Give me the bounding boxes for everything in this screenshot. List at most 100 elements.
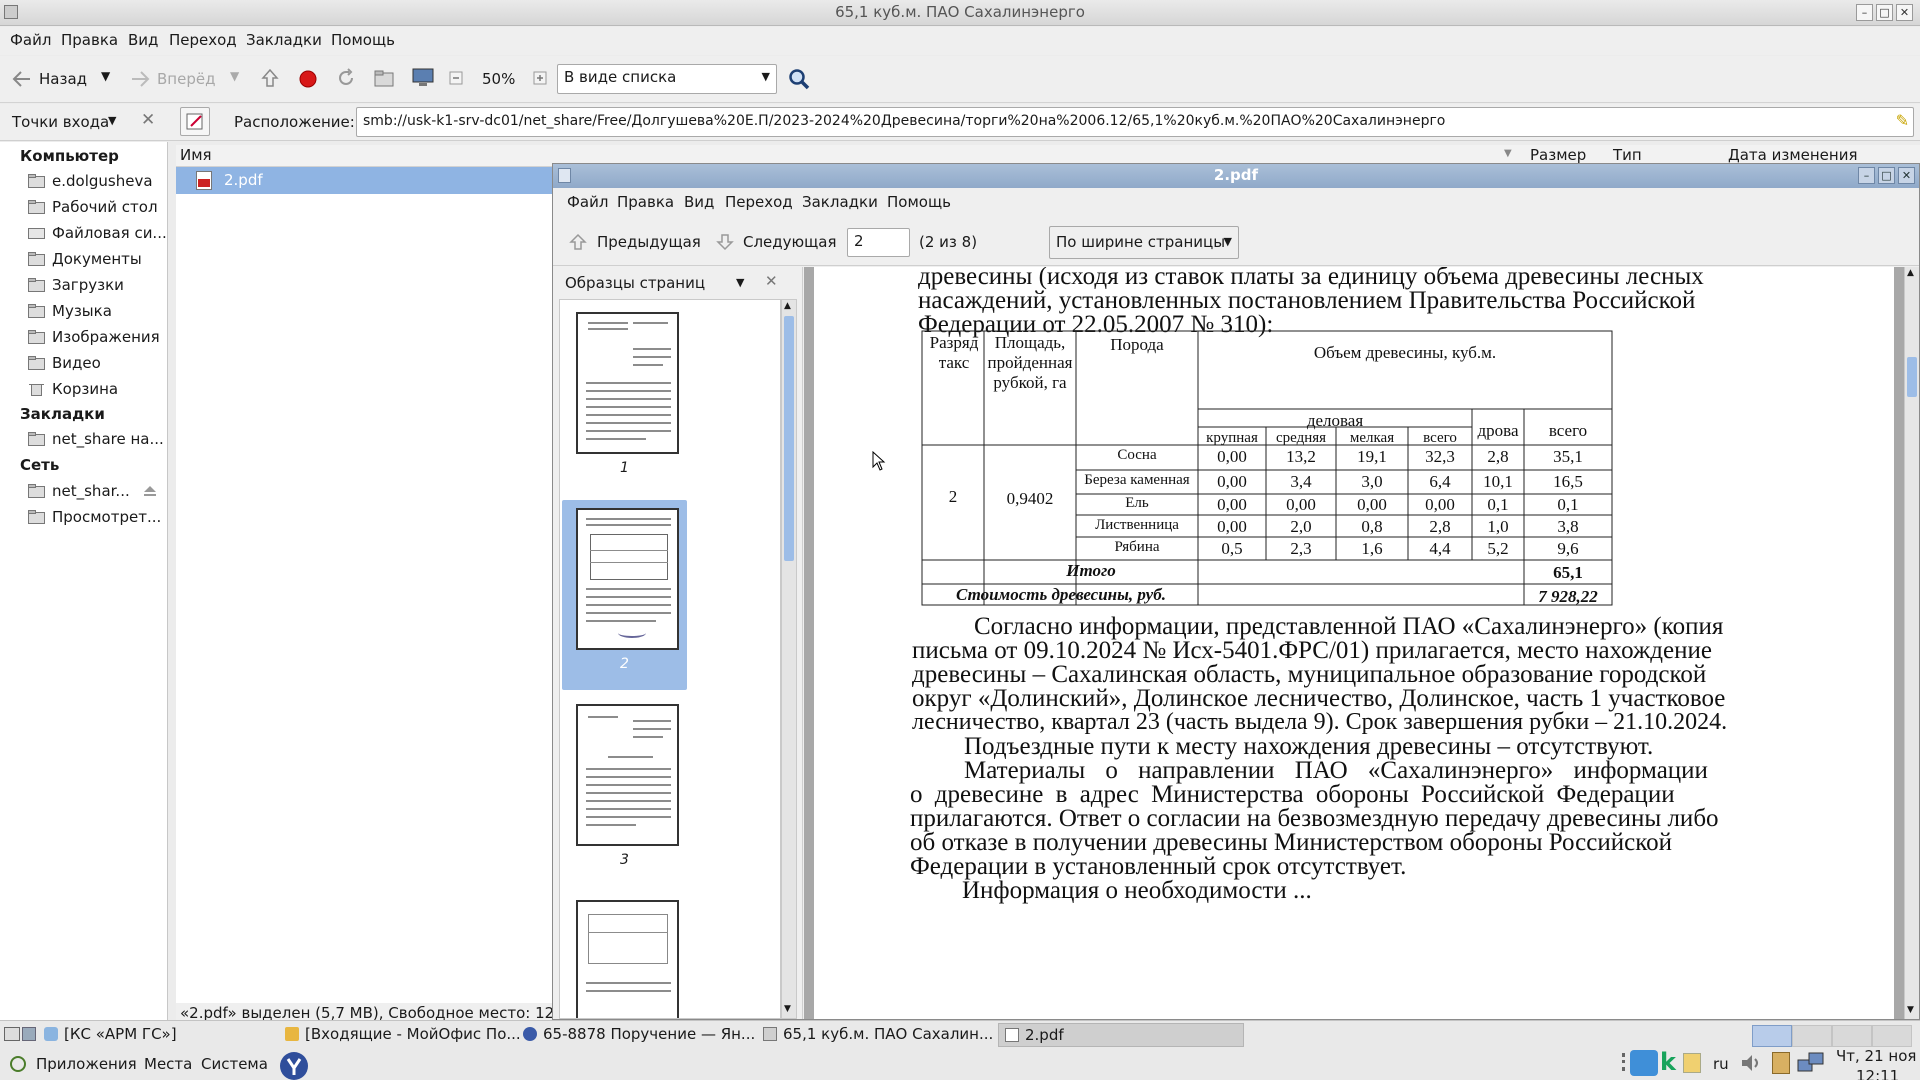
thumbnail-page-4[interactable] [562,892,687,1018]
pdf-menu-bookmarks[interactable]: Закладки [802,193,878,211]
location-label: Расположение: [234,113,355,131]
close-button[interactable]: ✕ [1896,4,1913,21]
back-arrow-icon[interactable] [12,70,32,88]
notes-icon[interactable] [1683,1053,1701,1073]
view-mode-select[interactable]: В виде списка ▼ [557,64,777,94]
forward-history-dropdown[interactable]: ▼ [230,69,239,83]
workspace-3[interactable] [1832,1025,1872,1047]
document-scroll-thumb[interactable] [1907,357,1917,397]
workspace-2[interactable] [1792,1025,1832,1047]
clock-date[interactable]: Чт, 21 ноя [1836,1047,1916,1065]
tray-menu-icon[interactable] [1622,1053,1626,1071]
system-menu[interactable]: Система [201,1055,268,1073]
pdf-menu-file[interactable]: Файл [567,193,608,211]
zoom-fit-select[interactable]: По ширине страницы ▼ [1049,226,1239,259]
computer-icon[interactable] [412,68,434,88]
close-thumbnails-icon[interactable]: ✕ [765,272,778,290]
scroll-up-arrow[interactable]: ▲ [1907,268,1914,278]
pdf-maximize-button[interactable]: □ [1878,167,1895,184]
scroll-down-arrow[interactable]: ▼ [784,1004,791,1014]
home-folder-icon[interactable] [374,69,394,87]
kaspersky-icon[interactable]: k [1660,1050,1680,1076]
places-menu[interactable]: Места [144,1055,192,1073]
menu-help[interactable]: Помощь [331,31,395,49]
menu-bookmarks[interactable]: Закладки [246,31,322,49]
stop-icon[interactable] [298,69,318,89]
clipboard-icon[interactable] [1772,1052,1790,1074]
forward-button[interactable]: Вперёд [157,70,215,88]
menu-go[interactable]: Переход [169,31,237,49]
thumbnails-scroll-thumb[interactable] [784,316,794,561]
thumbnails-chevron-icon[interactable]: ▼ [736,276,744,289]
table-cell-total: 9,6 [1557,539,1579,558]
taskbar-task-pdf[interactable]: 2.pdf [998,1023,1244,1047]
drive-icon [28,226,45,240]
taskbar-task-inbox[interactable]: [Входящие - МойОфис По... [279,1023,527,1047]
keyboard-layout[interactable]: ru [1713,1055,1729,1073]
places-chevron-icon[interactable]: ▼ [108,114,116,127]
file-row-selected[interactable]: 2.pdf [176,167,556,194]
thumbnail-page-1[interactable]: 1 [562,304,687,494]
close-sidebar-icon[interactable]: ✕ [141,110,155,130]
sidebar-item-label: Изображения [52,328,160,346]
pdf-close-button[interactable]: ✕ [1898,167,1915,184]
window-titlebar[interactable]: 65,1 куб.м. ПАО Сахалинэнерго – □ ✕ [0,0,1920,26]
clear-location-icon[interactable]: ✎ [1896,111,1909,130]
workspace-1[interactable] [1752,1025,1792,1047]
zoom-in-icon[interactable] [533,71,547,85]
eject-icon[interactable] [143,485,157,497]
folder-icon [28,432,45,446]
pdf-menu-go[interactable]: Переход [725,193,793,211]
shield-icon[interactable] [1630,1050,1658,1076]
clock-time[interactable]: 12:11 [1856,1067,1899,1080]
minimize-button[interactable]: – [1856,4,1873,21]
table-cost-value: 7 928,22 [1538,587,1598,606]
search-icon[interactable] [788,68,810,90]
page-preview [576,312,679,454]
pdf-menu-edit[interactable]: Правка [617,193,674,211]
document-scrollbar[interactable]: ▲ ▼ [1904,267,1919,1019]
taskbar-task-browser[interactable]: 65-8878 Поручение — Ян... [517,1023,761,1047]
applications-menu[interactable]: Приложения [36,1055,137,1073]
edit-location-icon[interactable] [180,107,210,136]
thumbnail-page-3[interactable]: 3 [562,696,687,886]
workspace-4[interactable] [1872,1025,1912,1047]
pdf-menu-help[interactable]: Помощь [887,193,951,211]
reload-icon[interactable] [336,68,356,88]
maximize-button[interactable]: □ [1876,4,1893,21]
show-desktop-icon[interactable] [4,1027,20,1041]
column-size[interactable]: Размер [1530,146,1586,164]
places-dropdown[interactable]: Точки входа [12,113,109,131]
page-number-input[interactable]: 2 [847,228,910,257]
scroll-up-arrow[interactable]: ▲ [784,301,791,311]
pdf-menu-view[interactable]: Вид [684,193,714,211]
taskbar-task-arm-gs[interactable]: [КС «АРМ ГС»] [38,1023,183,1047]
network-icon[interactable] [1797,1051,1825,1077]
volume-icon[interactable] [1740,1053,1762,1073]
previous-page-button[interactable]: Предыдущая [597,233,701,251]
menu-view[interactable]: Вид [128,31,158,49]
back-button[interactable]: Назад [39,70,87,88]
workspace-switcher[interactable] [1752,1025,1912,1047]
taskbar-task-file-manager[interactable]: 65,1 куб.м. ПАО Сахалин... [757,1023,999,1047]
document-view[interactable]: древесины (исходя из ставок платы за еди… [804,267,1919,1019]
pdf-titlebar[interactable]: 2.pdf – □ ✕ [553,164,1919,188]
thumbnail-page-2[interactable]: 2 [562,500,687,690]
table-cell-medium: 13,2 [1286,447,1316,466]
thumbnails-scrollbar[interactable]: ▲ ▼ [781,299,797,1019]
up-icon[interactable] [260,68,280,88]
yandex-launcher-icon[interactable] [279,1051,309,1080]
menu-file[interactable]: Файл [10,31,51,49]
back-history-dropdown[interactable]: ▼ [101,69,110,83]
column-modified[interactable]: Дата изменения [1728,146,1858,164]
pdf-minimize-button[interactable]: – [1858,167,1875,184]
forward-arrow-icon[interactable] [130,70,150,88]
next-page-button[interactable]: Следующая [743,233,837,251]
zoom-out-icon[interactable] [449,71,463,85]
column-type[interactable]: Тип [1613,146,1642,164]
menu-edit[interactable]: Правка [61,31,118,49]
location-input[interactable]: smb://usk-k1-srv-dc01/net_share/Free/Дол… [356,107,1914,137]
mail-icon [285,1027,299,1041]
column-name[interactable]: Имя [180,146,212,164]
scroll-down-arrow[interactable]: ▼ [1907,1005,1914,1015]
